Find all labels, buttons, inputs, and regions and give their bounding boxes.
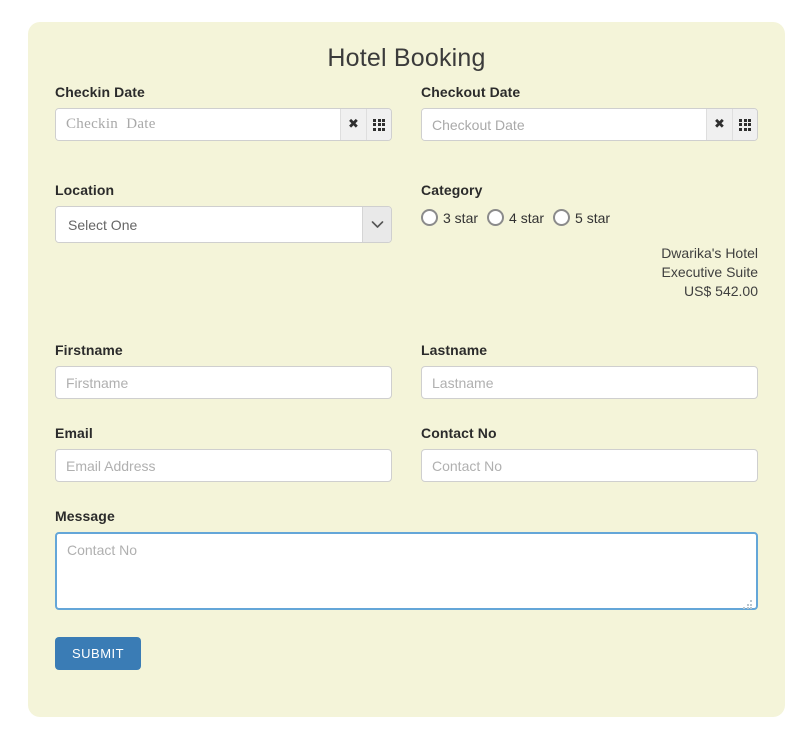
summary-room-type: Executive Suite [661, 264, 759, 280]
message-label: Message [55, 508, 115, 524]
location-field: Location Select One [55, 182, 392, 301]
checkin-input-group[interactable]: ✖ [55, 108, 392, 141]
page-title: Hotel Booking [327, 44, 486, 72]
radio-circle-icon [487, 209, 505, 226]
checkin-label: Checkin Date [55, 84, 145, 100]
radio-circle-icon [421, 209, 438, 226]
category-radio-group: 3 star 4 star 5 star [421, 206, 758, 226]
contact-row: Email Contact No [55, 425, 758, 482]
booking-summary: Dwarika's Hotel Executive Suite US$ 542.… [421, 244, 758, 301]
firstname-input[interactable] [55, 366, 392, 399]
submit-button[interactable]: SUBMIT [55, 637, 142, 670]
contact-no-field: Contact No [421, 425, 758, 482]
location-category-row: Location Select One Category 3 star 4 st… [55, 182, 758, 301]
radio-option-3-star[interactable]: 3 star [421, 209, 478, 226]
checkin-field: Checkin Date ✖ [55, 84, 392, 141]
contact-no-input[interactable] [421, 449, 758, 482]
email-field: Email [55, 425, 392, 482]
checkout-calendar-button[interactable] [732, 109, 757, 140]
firstname-field: Firstname [55, 342, 392, 399]
message-row: Message SUBMIT [55, 508, 758, 670]
calendar-grid-icon [373, 118, 385, 131]
location-selected-value: Select One [56, 207, 362, 242]
checkout-label: Checkout Date [421, 84, 521, 100]
booking-form: Checkin Date ✖ Checkout [55, 84, 758, 670]
email-label: Email [55, 425, 93, 441]
booking-panel: Hotel Booking Checkin Date ✖ [28, 22, 785, 717]
email-input[interactable] [55, 449, 392, 482]
summary-hotel-name: Dwarika's Hotel [661, 245, 758, 261]
message-textarea-wrapper [55, 532, 758, 615]
category-label: Category [421, 182, 483, 198]
radio-circle-icon [553, 209, 571, 226]
checkin-clear-button[interactable]: ✖ [341, 109, 366, 140]
checkout-date-input[interactable] [422, 109, 707, 140]
location-select[interactable]: Select One [55, 206, 392, 243]
dates-row: Checkin Date ✖ Checkout [55, 84, 758, 141]
category-field: Category 3 star 4 star 5 star Dwarika's … [421, 182, 758, 301]
radio-label: 3 star [443, 209, 479, 226]
lastname-input[interactable] [421, 366, 758, 399]
checkout-input-group[interactable]: ✖ [421, 108, 758, 141]
summary-price: US$ 542.00 [684, 283, 758, 299]
checkout-field: Checkout Date ✖ [421, 84, 758, 141]
calendar-grid-icon [739, 118, 751, 131]
lastname-label: Lastname [421, 342, 488, 358]
message-textarea[interactable] [55, 532, 758, 610]
checkin-calendar-button[interactable] [366, 109, 391, 140]
clear-x-icon: ✖ [348, 117, 359, 132]
names-row: Firstname Lastname [55, 342, 758, 399]
message-field: Message SUBMIT [55, 508, 758, 670]
booking-page: Hotel Booking Checkin Date ✖ [0, 0, 812, 749]
location-label: Location [55, 182, 115, 198]
lastname-field: Lastname [421, 342, 758, 399]
checkin-date-input[interactable] [56, 109, 341, 140]
firstname-label: Firstname [55, 342, 123, 358]
chevron-down-icon[interactable] [362, 207, 391, 242]
radio-option-5-star[interactable]: 5 star [553, 209, 610, 226]
radio-label: 5 star [575, 209, 611, 226]
clear-x-icon: ✖ [714, 117, 725, 132]
radio-label: 4 star [509, 209, 545, 226]
radio-option-4-star[interactable]: 4 star [487, 209, 544, 226]
checkout-clear-button[interactable]: ✖ [707, 109, 732, 140]
contact-no-label: Contact No [421, 425, 497, 441]
